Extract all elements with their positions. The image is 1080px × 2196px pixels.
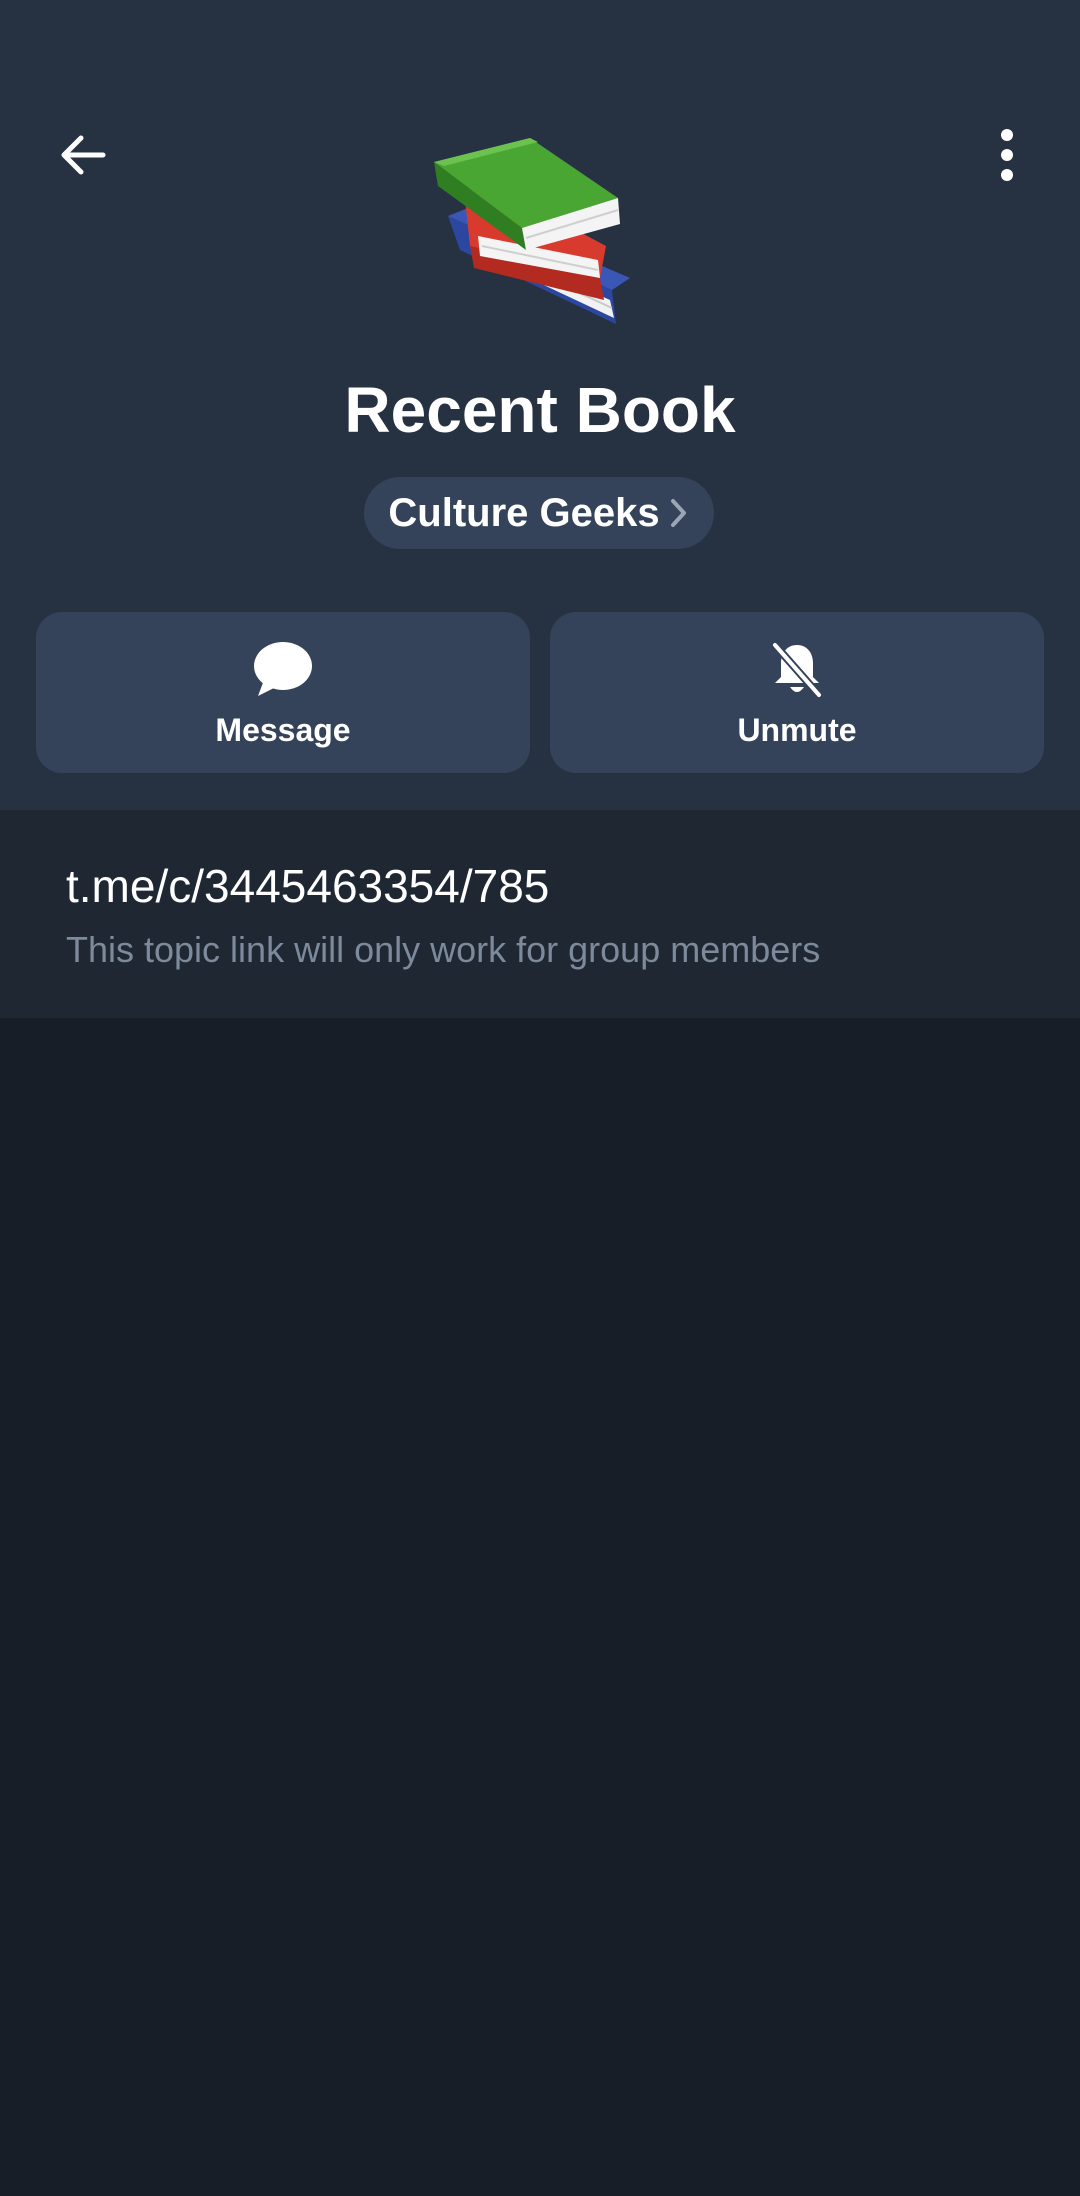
- bell-off-icon: [771, 641, 823, 699]
- arrow-left-icon: [61, 135, 106, 175]
- group-name: Culture Geeks: [388, 490, 660, 535]
- chat-bubble-icon: [254, 642, 312, 696]
- books-emoji-icon: [434, 138, 630, 324]
- topic-title: Recent Book: [344, 374, 736, 446]
- more-vertical-icon: [1001, 129, 1013, 181]
- back-button[interactable]: [38, 110, 128, 200]
- topic-link-url[interactable]: t.me/c/3445463354/785: [66, 858, 549, 914]
- message-label: Message: [215, 712, 351, 748]
- unmute-button[interactable]: Unmute: [550, 612, 1044, 773]
- chevron-right-icon: [670, 499, 686, 527]
- unmute-label: Unmute: [737, 712, 857, 748]
- group-link-chip[interactable]: Culture Geeks: [364, 477, 714, 549]
- topic-link-note: This topic link will only work for group…: [66, 929, 821, 970]
- message-button[interactable]: Message: [36, 612, 530, 773]
- topic-link-section[interactable]: [0, 810, 1080, 1018]
- more-options-button[interactable]: [962, 110, 1052, 200]
